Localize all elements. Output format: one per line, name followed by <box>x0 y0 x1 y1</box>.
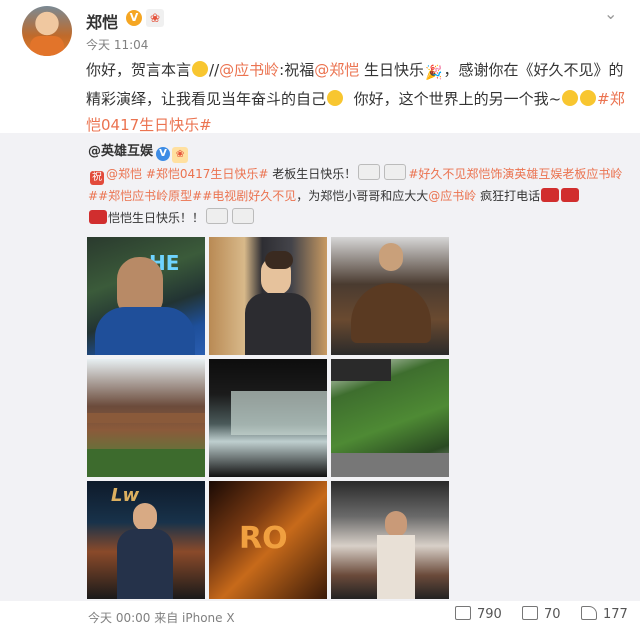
zhu-badge-icon: 祝 <box>90 171 104 185</box>
mention-link[interactable]: @应书岭 <box>219 61 279 79</box>
cake-emoji-icon <box>384 164 407 180</box>
repost-username-text[interactable]: @英雄互娱 <box>88 144 153 159</box>
repost-time-source: 今天 00:00 来自 iPhone X <box>88 611 235 625</box>
photo-thumbnail-9[interactable] <box>331 481 449 599</box>
photo-desks <box>331 453 449 477</box>
username[interactable]: 郑恺 <box>86 9 118 33</box>
post-text-part: 你好，这个世界上的另一个我~ <box>353 90 562 108</box>
photo-thumbnail-4[interactable] <box>87 359 205 477</box>
photo-person-shirt <box>377 535 415 599</box>
comment-count: 70 <box>544 607 561 622</box>
repost-text-part: 老板生日快乐！ <box>268 167 357 181</box>
emoji-icon <box>192 61 209 77</box>
emoji-icon <box>562 90 579 106</box>
photo-thumbnail-8[interactable]: RO <box>209 481 327 599</box>
photo-person-suit <box>245 293 311 355</box>
photo-thumbnail-2[interactable] <box>209 237 327 355</box>
repost-text-part: ，为郑恺小哥哥和应大大 <box>296 189 429 203</box>
photo-person <box>133 503 157 531</box>
cake-emoji-icon <box>232 208 255 224</box>
repost-text: 祝 @郑恺 #郑恺0417生日快乐# 老板生日快乐！ #好久不见郑恺饰演英雄互娱老板… <box>88 163 628 229</box>
photo-thumbnail-1[interactable]: HE <box>87 237 205 355</box>
phone-emoji-icon <box>89 210 107 224</box>
avatar-shirt <box>30 36 64 56</box>
post-text: 你好，贺言本言//@应书岭:祝福@郑恺 生日快乐🎉，感谢你在《好久不见》的精彩演… <box>86 57 626 138</box>
repost-count: 790 <box>477 607 502 622</box>
repost-icon <box>455 606 471 620</box>
hashtag-link[interactable]: #郑恺0417生日快乐# <box>142 167 269 181</box>
party-popper-icon: 🎉 <box>425 65 443 81</box>
repost-text-part: 恺恺生日快乐！！ <box>108 211 205 225</box>
like-count: 177 <box>603 607 628 622</box>
mention-link[interactable]: @郑恺 <box>314 61 359 79</box>
comment-icon <box>522 606 538 620</box>
photo-thumbnail-5[interactable] <box>209 359 327 477</box>
phone-emoji-icon <box>561 188 580 202</box>
post-text-part: 你好，贺言本言 <box>86 61 192 79</box>
verified-v-icon: V <box>126 10 142 26</box>
avatar[interactable] <box>22 6 72 56</box>
photo-thumbnail-7[interactable]: Lw <box>87 481 205 599</box>
level-badge-icon: ❀ <box>172 147 189 163</box>
hashtag-link[interactable]: #郑恺应书岭原型# <box>98 189 202 203</box>
emoji-icon <box>580 90 597 106</box>
cake-emoji-icon <box>206 208 229 224</box>
blue-v-icon: V <box>156 147 171 161</box>
phone-emoji-icon <box>541 188 560 202</box>
mention-link[interactable]: @郑恺 <box>106 167 142 181</box>
repost-text-part: 疯狂打电话 <box>476 189 541 203</box>
photo-thumbnail-3[interactable] <box>331 237 449 355</box>
photo-railing <box>87 413 205 423</box>
photo-person <box>385 511 407 537</box>
photo-person-jacket <box>117 529 173 599</box>
mention-link[interactable]: @应书岭 <box>428 189 476 203</box>
photo-person <box>379 243 403 271</box>
photo-window <box>231 391 327 435</box>
photo-thumbnail-6[interactable] <box>331 359 449 477</box>
like-action[interactable]: 177 <box>581 606 628 622</box>
photo-person-shirt <box>95 307 195 355</box>
post-text-part: 生日快乐 <box>359 61 424 79</box>
level-badge-icon: ❀ <box>146 9 164 27</box>
like-icon <box>581 606 597 620</box>
cake-emoji-icon <box>358 164 381 180</box>
photo-cake <box>351 283 431 343</box>
photo-lawn <box>87 449 205 477</box>
photo-sign-text: Lw <box>111 485 140 506</box>
photo-sign <box>331 359 391 381</box>
post-text-part: // <box>209 61 220 79</box>
photo-sign-text: RO <box>239 521 288 556</box>
repost-username[interactable]: @英雄互娱 V ❀ <box>88 140 189 163</box>
post-text-part: :祝福 <box>279 61 315 79</box>
repost-action[interactable]: 790 <box>455 606 502 622</box>
post-time: 今天 11:04 <box>86 38 149 52</box>
photo-person-hair <box>265 251 293 269</box>
hashtag-link[interactable]: #电视剧好久不见 <box>202 189 296 203</box>
chevron-down-icon[interactable]: ⌄ <box>604 4 617 23</box>
comment-action[interactable]: 70 <box>522 606 561 622</box>
emoji-icon <box>327 90 344 106</box>
